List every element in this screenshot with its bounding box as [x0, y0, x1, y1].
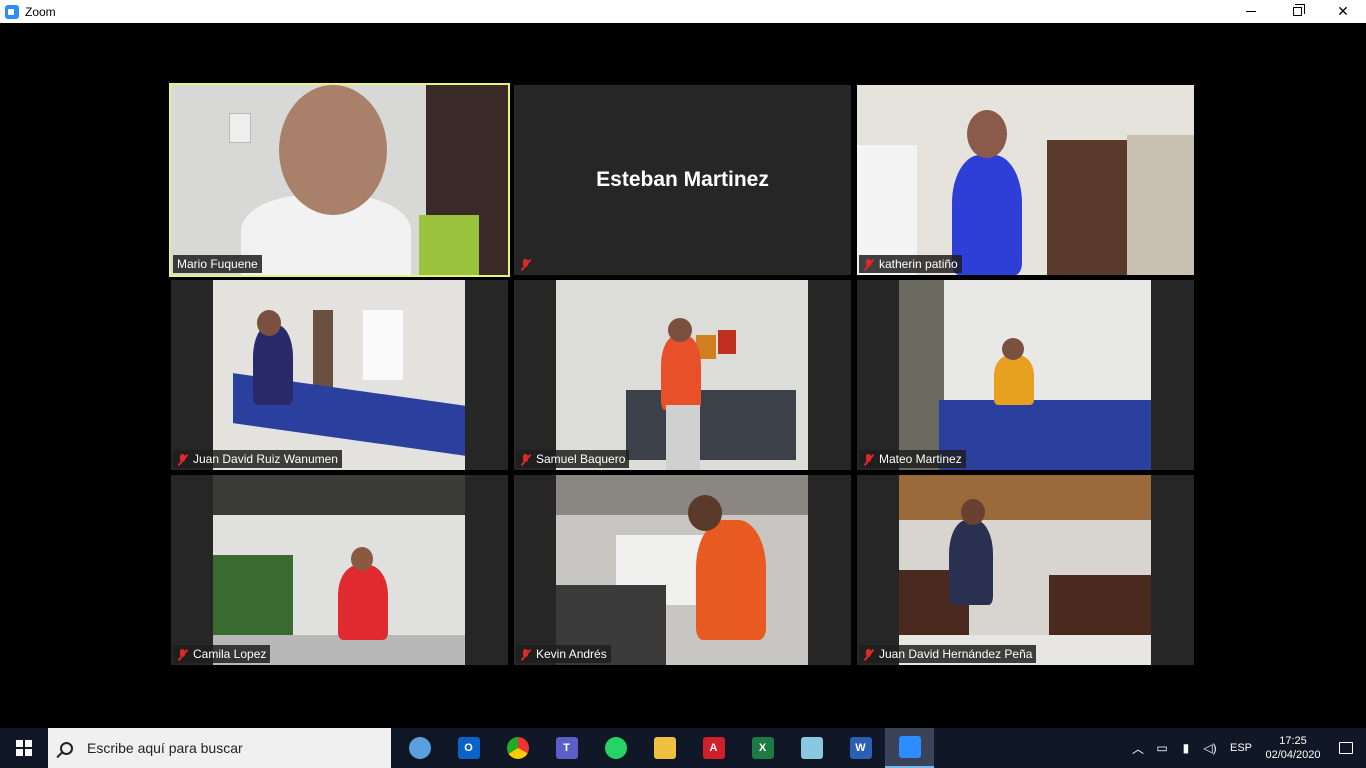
participant-video	[556, 475, 808, 665]
zoom-icon	[898, 736, 921, 758]
participant-video	[857, 85, 1194, 275]
participant-name-display: Esteban Martinez	[596, 168, 769, 191]
excel-icon: X	[751, 737, 774, 759]
zoom-app-icon	[5, 4, 19, 19]
muted-mic-icon	[520, 453, 531, 466]
clock-date: 02/04/2020	[1265, 749, 1321, 761]
participant-name-label: Juan David Hernández Peña	[859, 645, 1037, 663]
search-placeholder: Escribe aquí para buscar	[87, 740, 243, 756]
participant-video	[213, 280, 465, 470]
network-icon[interactable]: ▭	[1150, 728, 1174, 768]
taskbar-app-zoom[interactable]	[885, 728, 934, 768]
muted-mic-icon	[177, 453, 188, 466]
system-tray: ︿ ▭ ▮ ◁) ESP 17:25 02/04/2020	[1126, 728, 1366, 768]
participant-name: Mario Fuquene	[177, 257, 258, 271]
taskbar-app-outlook[interactable]: O	[444, 728, 493, 768]
muted-mic-icon	[177, 648, 188, 661]
participant-name: Juan David Ruiz Wanumen	[193, 452, 338, 466]
whatsapp-icon	[604, 737, 627, 759]
word-icon: W	[849, 737, 872, 759]
taskbar-app-whatsapp[interactable]	[591, 728, 640, 768]
search-icon	[60, 741, 73, 755]
gallery-view: Mario Fuquene Esteban Martinez katherin …	[169, 83, 1194, 665]
participant-video	[899, 475, 1151, 665]
taskbar-search[interactable]: Escribe aquí para buscar	[48, 728, 391, 768]
clock-time: 17:25	[1279, 735, 1307, 747]
window-title: Zoom	[25, 4, 56, 19]
participant-name-label: Samuel Baquero	[516, 450, 630, 468]
participant-tile[interactable]: katherin patiño	[857, 85, 1194, 275]
muted-mic-icon	[863, 258, 874, 271]
volume-icon[interactable]: ◁)	[1198, 728, 1222, 768]
participant-name-label: Mario Fuquene	[173, 255, 262, 273]
minimize-icon	[1246, 11, 1256, 12]
notification-button[interactable]	[1326, 728, 1366, 768]
taskbar-app-acrobat[interactable]: A	[689, 728, 738, 768]
acrobat-icon: A	[702, 737, 725, 759]
title-bar: Zoom ✕	[0, 0, 1366, 23]
participant-name: Camila Lopez	[193, 647, 267, 661]
taskbar-app-file-explorer[interactable]	[640, 728, 689, 768]
chrome-icon	[506, 737, 529, 759]
restore-icon	[1292, 4, 1305, 16]
muted-mic-icon	[520, 648, 531, 661]
taskbar-app-teams[interactable]: T	[542, 728, 591, 768]
participant-name: Mateo Martinez	[879, 452, 962, 466]
muted-mic-icon	[520, 258, 531, 271]
teams-icon: T	[555, 737, 578, 759]
participant-tile[interactable]: Mario Fuquene	[169, 83, 510, 277]
participant-tile[interactable]: Kevin Andrés	[514, 475, 851, 665]
participant-video	[556, 280, 808, 470]
participant-tile[interactable]: Juan David Ruiz Wanumen	[171, 280, 508, 470]
participant-tile[interactable]: Samuel Baquero	[514, 280, 851, 470]
window-controls: ✕	[1228, 0, 1366, 23]
notification-icon	[1339, 742, 1353, 754]
participant-tile[interactable]: Mateo Martinez	[857, 280, 1194, 470]
participant-name-label: katherin patiño	[859, 255, 962, 273]
participant-name-label: Juan David Ruiz Wanumen	[173, 450, 342, 468]
participant-name-label: Kevin Andrés	[516, 645, 611, 663]
taskbar-apps: O T A X W	[395, 728, 934, 768]
taskbar: Escribe aquí para buscar O T A X W ︿ ▭ ▮…	[0, 728, 1366, 768]
muted-mic-icon	[863, 453, 874, 466]
language-indicator[interactable]: ESP	[1230, 742, 1252, 754]
notes-icon	[800, 737, 823, 759]
battery-icon[interactable]: ▮	[1174, 728, 1198, 768]
file-explorer-icon	[653, 737, 676, 759]
participant-name: katherin patiño	[879, 257, 958, 271]
cortana-icon	[408, 737, 431, 759]
participant-video	[171, 85, 508, 275]
minimize-button[interactable]	[1228, 0, 1274, 23]
outlook-icon: O	[457, 737, 480, 759]
participant-tile[interactable]: Esteban Martinez	[514, 85, 851, 275]
taskbar-app-notes[interactable]	[787, 728, 836, 768]
restore-button[interactable]	[1274, 0, 1320, 23]
participant-name: Kevin Andrés	[536, 647, 607, 661]
participant-tile[interactable]: Juan David Hernández Peña	[857, 475, 1194, 665]
close-button[interactable]: ✕	[1320, 0, 1366, 23]
participant-name: Juan David Hernández Peña	[879, 647, 1033, 661]
participant-name-label	[516, 255, 540, 273]
windows-icon	[16, 740, 32, 756]
participant-tile[interactable]: Camila Lopez	[171, 475, 508, 665]
close-icon: ✕	[1337, 3, 1349, 19]
taskbar-app-word[interactable]: W	[836, 728, 885, 768]
participant-name-label: Camila Lopez	[173, 645, 271, 663]
participant-video	[213, 475, 465, 665]
participant-name-label: Mateo Martinez	[859, 450, 966, 468]
participant-name: Samuel Baquero	[536, 452, 626, 466]
muted-mic-icon	[863, 648, 874, 661]
chevron-up-icon[interactable]: ︿	[1126, 728, 1150, 768]
start-button[interactable]	[0, 728, 48, 768]
taskbar-app-cortana[interactable]	[395, 728, 444, 768]
taskbar-app-chrome[interactable]	[493, 728, 542, 768]
taskbar-app-excel[interactable]: X	[738, 728, 787, 768]
participant-video	[899, 280, 1151, 470]
clock[interactable]: 17:25 02/04/2020	[1260, 734, 1326, 762]
